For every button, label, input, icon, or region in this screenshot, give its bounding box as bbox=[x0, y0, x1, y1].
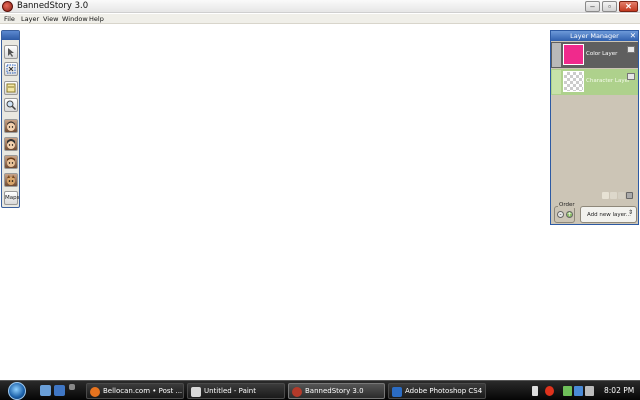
firefox-icon bbox=[90, 387, 100, 397]
title-bar: BannedStory 3.0 – ▫ ✕ bbox=[0, 0, 640, 13]
menu-window[interactable]: Window bbox=[62, 15, 88, 23]
pointer-icon bbox=[8, 48, 14, 57]
note-tool[interactable] bbox=[4, 81, 18, 95]
menu-bar: File Layer View Window Help bbox=[0, 14, 640, 24]
zoom-icon bbox=[6, 100, 17, 111]
order-group: Order - + bbox=[554, 202, 576, 223]
network-icon[interactable] bbox=[574, 386, 583, 396]
layer-row-color[interactable]: Color Layer bbox=[551, 42, 638, 68]
layer-action-icon[interactable] bbox=[610, 192, 617, 199]
layer-name: Color Layer bbox=[586, 51, 618, 57]
order-up-button[interactable]: + bbox=[566, 211, 573, 218]
layer-visibility-toggle[interactable] bbox=[552, 70, 561, 94]
task-label: Adobe Photoshop CS4 bbox=[405, 387, 483, 395]
order-label: Order bbox=[558, 202, 576, 208]
layer-manager-close-button[interactable]: ✕ bbox=[630, 31, 636, 41]
layer-edit-icon[interactable] bbox=[627, 73, 635, 80]
close-button[interactable]: ✕ bbox=[619, 1, 638, 12]
tray-app-icon[interactable] bbox=[545, 386, 554, 396]
task-paint[interactable]: Untitled - Paint bbox=[187, 383, 285, 399]
menu-layer[interactable]: Layer bbox=[21, 15, 39, 23]
task-photoshop[interactable]: Adobe Photoshop CS4 bbox=[388, 383, 486, 399]
app-icon bbox=[2, 1, 13, 12]
photoshop-icon bbox=[392, 387, 402, 397]
quicklaunch-chevron-icon[interactable] bbox=[69, 384, 75, 390]
task-browser[interactable]: Bellocan.com • Post ... bbox=[86, 383, 184, 399]
layer-thumbnail bbox=[563, 71, 584, 92]
switch-windows-icon[interactable] bbox=[54, 385, 65, 396]
task-bannedstory[interactable]: BannedStory 3.0 bbox=[288, 383, 385, 399]
npc-icon bbox=[7, 157, 15, 167]
transform-icon bbox=[6, 64, 16, 74]
layer-visibility-toggle[interactable] bbox=[552, 43, 561, 67]
maps-tool[interactable]: Maps bbox=[4, 191, 20, 205]
layer-manager-panel: Layer Manager ✕ Color Layer Character La… bbox=[550, 30, 639, 225]
character-alt-tool[interactable] bbox=[4, 137, 18, 151]
task-label: Bellocan.com • Post ... bbox=[103, 387, 183, 395]
monster-tool[interactable] bbox=[4, 173, 18, 187]
menu-help[interactable]: Help bbox=[89, 15, 104, 23]
task-label: Untitled - Paint bbox=[204, 387, 256, 395]
menu-file[interactable]: File bbox=[4, 15, 15, 23]
paint-icon bbox=[191, 387, 201, 397]
npc-tool[interactable] bbox=[4, 155, 18, 169]
layer-manager-header[interactable]: Layer Manager ✕ bbox=[551, 31, 638, 41]
layer-manager-title: Layer Manager bbox=[570, 32, 619, 40]
layer-name: Character Layer bbox=[586, 78, 631, 84]
tool-panel-header[interactable] bbox=[2, 31, 19, 40]
tool-panel: Maps bbox=[1, 30, 20, 208]
volume-icon[interactable] bbox=[585, 386, 594, 396]
layer-action-icon[interactable] bbox=[602, 192, 609, 199]
character-alt-icon bbox=[7, 139, 15, 149]
tray-chevron-icon[interactable] bbox=[532, 386, 538, 396]
tray-update-icon[interactable] bbox=[563, 386, 572, 396]
monster-icon bbox=[7, 175, 15, 185]
layer-edit-icon[interactable] bbox=[627, 46, 635, 53]
pointer-tool[interactable] bbox=[4, 45, 18, 59]
transform-tool[interactable] bbox=[4, 62, 18, 76]
task-label: BannedStory 3.0 bbox=[305, 387, 364, 395]
add-layer-select[interactable]: Add new layer... ⇕ bbox=[580, 206, 637, 223]
maximize-button[interactable]: ▫ bbox=[602, 1, 617, 12]
taskbar: Bellocan.com • Post ... Untitled - Paint… bbox=[0, 380, 640, 400]
bannedstory-icon bbox=[292, 387, 302, 397]
order-down-button[interactable]: - bbox=[557, 211, 564, 218]
updown-arrow-icon: ⇕ bbox=[627, 209, 633, 216]
character-tool[interactable] bbox=[4, 119, 18, 133]
add-layer-label: Add new layer... bbox=[587, 212, 632, 218]
taskbar-clock[interactable]: 8:02 PM bbox=[604, 386, 634, 395]
delete-layer-icon[interactable] bbox=[626, 192, 633, 199]
layer-row-character[interactable]: Character Layer bbox=[551, 69, 638, 95]
note-icon bbox=[6, 83, 16, 93]
layer-action-icon[interactable] bbox=[618, 192, 625, 199]
start-button[interactable] bbox=[8, 382, 26, 400]
canvas[interactable] bbox=[21, 25, 549, 379]
zoom-tool[interactable] bbox=[4, 98, 18, 112]
layer-thumbnail bbox=[563, 44, 584, 65]
maps-label: Maps bbox=[5, 195, 20, 201]
menu-view[interactable]: View bbox=[43, 15, 58, 23]
character-icon bbox=[7, 121, 15, 131]
minimize-button[interactable]: – bbox=[585, 1, 600, 12]
window-title: BannedStory 3.0 bbox=[17, 1, 89, 11]
show-desktop-icon[interactable] bbox=[40, 385, 51, 396]
